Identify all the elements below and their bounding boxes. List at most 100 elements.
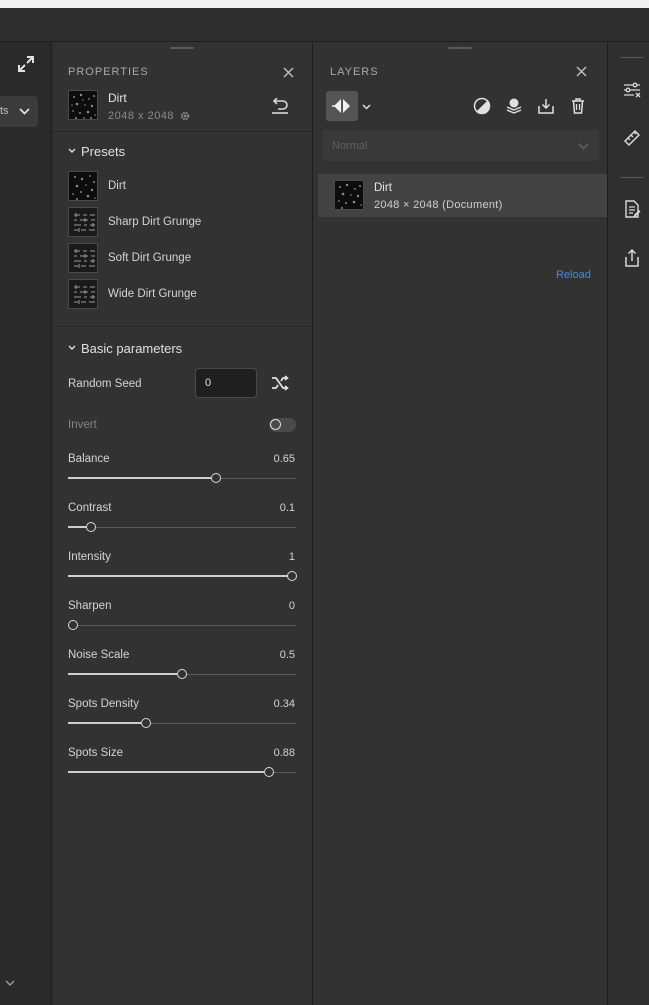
sharpen-label: Sharpen <box>68 600 112 612</box>
preset-item-sharp-dirt-grunge[interactable]: Sharp Dirt Grunge <box>108 216 201 228</box>
gear-icon[interactable] <box>179 110 191 122</box>
slider-track <box>68 527 296 528</box>
export-icon[interactable] <box>622 248 642 268</box>
slider-track <box>68 625 296 626</box>
mask-icon[interactable] <box>473 97 491 115</box>
chevron-down-icon <box>578 143 589 150</box>
balance-label: Balance <box>68 453 110 465</box>
slider-fill <box>68 771 264 773</box>
spots-size-slider[interactable] <box>68 767 296 779</box>
presets-header[interactable]: Presets <box>68 144 125 159</box>
chevron-down-icon <box>68 148 76 153</box>
panel-drag-handle[interactable] <box>170 47 194 49</box>
slider-fill <box>68 673 177 675</box>
left-dropdown-label: ts <box>0 105 9 117</box>
chevron-down-icon[interactable] <box>4 977 16 989</box>
intensity-slider[interactable] <box>68 571 297 583</box>
sharpen-value[interactable]: 0 <box>289 600 295 612</box>
layer-item[interactable]: Dirt 2048 × 2048 (Document) <box>318 174 607 217</box>
sharpen-slider[interactable] <box>68 620 296 632</box>
random-seed-label: Random Seed <box>68 378 142 390</box>
top-strip <box>0 0 649 8</box>
chevron-down-icon[interactable] <box>362 102 371 111</box>
divider <box>620 177 644 178</box>
noise-scale-value[interactable]: 0.5 <box>280 649 295 661</box>
divider <box>52 131 312 132</box>
slider-knob[interactable] <box>211 473 221 483</box>
layer-detail: 2048 × 2048 (Document) <box>374 199 503 211</box>
blend-mode-value: Normal <box>332 140 368 152</box>
invert-label: Invert <box>68 419 97 431</box>
noise-scale-label: Noise Scale <box>68 649 130 661</box>
blend-mode-select[interactable]: Normal <box>322 130 599 161</box>
slider-fill <box>68 526 86 528</box>
slider-knob[interactable] <box>68 620 78 630</box>
shuffle-icon[interactable] <box>271 375 289 391</box>
expand-icon[interactable] <box>17 55 35 73</box>
document-name: Dirt <box>108 91 127 105</box>
left-panel: ts <box>0 42 52 1005</box>
noise-scale-slider[interactable] <box>68 669 296 681</box>
preset-item-dirt[interactable]: Dirt <box>108 180 126 192</box>
slider-knob[interactable] <box>86 522 96 532</box>
slider-fill <box>68 477 211 479</box>
left-dropdown[interactable]: ts <box>0 96 38 127</box>
contrast-slider[interactable] <box>68 522 296 534</box>
preset-thumbnail[interactable] <box>68 207 98 237</box>
panel-drag-handle[interactable] <box>448 47 472 49</box>
balance-value[interactable]: 0.65 <box>274 453 295 465</box>
contrast-label: Contrast <box>68 502 112 514</box>
slider-knob[interactable] <box>177 669 187 679</box>
ruler-icon[interactable] <box>622 128 642 148</box>
layers-title: LAYERS <box>330 66 379 78</box>
preset-item-wide-dirt-grunge[interactable]: Wide Dirt Grunge <box>108 288 197 300</box>
layer-name: Dirt <box>374 182 392 194</box>
divider <box>620 57 644 58</box>
document-size: 2048 x 2048 <box>108 110 175 122</box>
slider-fill <box>68 722 141 724</box>
reset-icon[interactable] <box>271 98 289 114</box>
basic-parameters-header-label: Basic parameters <box>81 341 183 356</box>
layer-thumbnail <box>334 180 364 210</box>
contrast-value[interactable]: 0.1 <box>280 502 295 514</box>
slider-knob[interactable] <box>264 767 274 777</box>
preset-thumbnail[interactable] <box>68 279 98 309</box>
reload-link[interactable]: Reload <box>556 269 591 281</box>
intensity-value[interactable]: 1 <box>289 551 295 563</box>
slider-knob[interactable] <box>287 571 297 581</box>
preset-item-soft-dirt-grunge[interactable]: Soft Dirt Grunge <box>108 252 191 264</box>
close-icon[interactable] <box>576 66 587 77</box>
slider-fill <box>68 575 291 577</box>
import-icon[interactable] <box>537 97 555 115</box>
toggle-knob <box>270 419 281 430</box>
spots-size-label: Spots Size <box>68 747 123 759</box>
chevron-down-icon <box>19 108 30 115</box>
basic-parameters-header[interactable]: Basic parameters <box>68 341 182 356</box>
spots-density-value[interactable]: 0.34 <box>274 698 295 710</box>
document-edit-icon[interactable] <box>622 199 642 219</box>
preset-thumbnail[interactable] <box>68 243 98 273</box>
top-bar <box>0 8 649 42</box>
adjust-icon[interactable] <box>622 80 642 100</box>
random-seed-input[interactable]: 0 <box>195 368 257 398</box>
spots-size-value[interactable]: 0.88 <box>274 747 295 759</box>
balance-slider[interactable] <box>68 473 296 485</box>
properties-title: PROPERTIES <box>68 66 149 78</box>
divider <box>52 326 312 327</box>
spots-density-slider[interactable] <box>68 718 296 730</box>
properties-panel: PROPERTIES Dirt 2048 x 2048 Presets Dirt… <box>52 42 313 1005</box>
trash-icon[interactable] <box>569 97 587 115</box>
chevron-down-icon <box>68 345 76 350</box>
preset-thumbnail[interactable] <box>68 171 98 201</box>
intensity-label: Intensity <box>68 551 111 563</box>
layer-mode-icon <box>332 99 350 113</box>
slider-knob[interactable] <box>141 718 151 728</box>
invert-toggle[interactable] <box>269 418 296 432</box>
right-toolbar <box>608 42 649 1005</box>
fill-layer-icon[interactable] <box>505 97 523 115</box>
document-thumbnail <box>68 90 98 120</box>
layer-fill-mode-button[interactable] <box>326 91 358 121</box>
layers-panel: LAYERS Normal Dirt 2048 × 2048 (Document… <box>313 42 608 1005</box>
close-icon[interactable] <box>283 67 294 78</box>
presets-header-label: Presets <box>81 144 126 159</box>
